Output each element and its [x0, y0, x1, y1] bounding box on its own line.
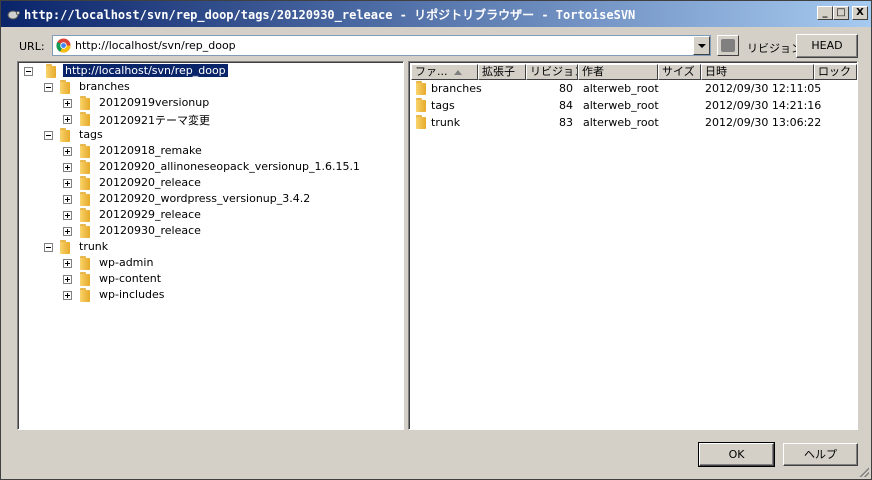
- close-button[interactable]: X: [852, 6, 868, 20]
- url-label: URL:: [19, 40, 45, 53]
- folder-icon: [78, 192, 92, 206]
- expand-icon[interactable]: [63, 195, 72, 204]
- folder-icon: [78, 288, 92, 302]
- head-revision-button[interactable]: HEAD: [796, 34, 858, 58]
- column-header-lock[interactable]: ロック: [814, 64, 857, 80]
- list-item[interactable]: trunk 83 alterweb_root 2012/09/30 13:06:…: [411, 114, 857, 131]
- item-name: trunk: [431, 116, 461, 129]
- tortoise-icon: [7, 10, 20, 20]
- folder-icon: [58, 80, 72, 94]
- expand-icon[interactable]: [63, 291, 72, 300]
- expand-icon[interactable]: [63, 275, 72, 284]
- list-item[interactable]: tags 84 alterweb_root 2012/09/30 14:21:1…: [411, 97, 857, 114]
- expand-icon[interactable]: [63, 115, 72, 124]
- url-value[interactable]: http://localhost/svn/rep_doop: [75, 39, 236, 52]
- list-item[interactable]: branches 80 alterweb_root 2012/09/30 12:…: [411, 80, 857, 97]
- item-date: 2012/09/30 12:11:05: [705, 82, 822, 95]
- item-author: alterweb_root: [583, 82, 659, 95]
- collapse-icon[interactable]: [44, 243, 53, 252]
- collapse-icon[interactable]: [44, 83, 53, 92]
- item-date: 2012/09/30 13:06:22: [705, 116, 822, 129]
- column-header-revision[interactable]: リビジョン: [526, 64, 578, 80]
- folder-icon: [78, 160, 92, 174]
- browser-icon: [56, 38, 71, 53]
- list-header: ファ... 拡張子 リビジョン 作者 サイズ 日時 ロック: [411, 64, 857, 80]
- repository-tree[interactable]: http://localhost/svn/rep_doop branches 2…: [17, 61, 404, 430]
- expand-icon[interactable]: [63, 211, 72, 220]
- file-list[interactable]: ファ... 拡張子 リビジョン 作者 サイズ 日時 ロック branches 8…: [408, 61, 858, 430]
- folder-icon: [414, 98, 428, 112]
- folder-icon: [414, 81, 428, 95]
- expand-icon[interactable]: [63, 147, 72, 156]
- url-combobox[interactable]: http://localhost/svn/rep_doop: [52, 35, 711, 56]
- folder-icon: [78, 112, 92, 126]
- folder-icon: [78, 224, 92, 238]
- expand-icon[interactable]: [63, 227, 72, 236]
- collapse-icon[interactable]: [44, 131, 53, 140]
- maximize-button[interactable]: □: [833, 6, 849, 20]
- revision-picker-button[interactable]: [717, 35, 739, 56]
- folder-icon: [44, 64, 58, 78]
- repo-browser-window: http://localhost/svn/rep_doop/tags/20120…: [0, 0, 872, 480]
- title-bar[interactable]: http://localhost/svn/rep_doop/tags/20120…: [1, 1, 871, 27]
- item-revision: 84: [559, 99, 573, 112]
- help-button[interactable]: ヘルプ: [783, 443, 858, 466]
- item-name: tags: [431, 99, 455, 112]
- folder-icon: [58, 128, 72, 142]
- expand-icon[interactable]: [63, 163, 72, 172]
- item-revision: 80: [559, 82, 573, 95]
- sort-ascending-icon: [454, 70, 462, 75]
- column-header-file[interactable]: ファ...: [411, 64, 478, 80]
- window-title: http://localhost/svn/rep_doop/tags/20120…: [24, 8, 636, 22]
- ok-button[interactable]: OK: [698, 442, 775, 467]
- folder-icon: [414, 115, 428, 129]
- folder-icon: [78, 144, 92, 158]
- column-header-size[interactable]: サイズ: [658, 64, 701, 80]
- item-author: alterweb_root: [583, 99, 659, 112]
- folder-icon: [78, 272, 92, 286]
- column-header-author[interactable]: 作者: [578, 64, 658, 80]
- folder-icon: [58, 240, 72, 254]
- folder-icon: [78, 96, 92, 110]
- collapse-icon[interactable]: [24, 67, 33, 76]
- item-date: 2012/09/30 14:21:16: [705, 99, 822, 112]
- expand-icon[interactable]: [63, 259, 72, 268]
- expand-icon[interactable]: [63, 99, 72, 108]
- column-header-date[interactable]: 日時: [701, 64, 814, 80]
- item-revision: 83: [559, 116, 573, 129]
- expand-icon[interactable]: [63, 179, 72, 188]
- minimize-button[interactable]: _: [817, 6, 833, 20]
- folder-icon: [78, 256, 92, 270]
- item-name: branches: [431, 82, 482, 95]
- column-header-extension[interactable]: 拡張子: [478, 64, 526, 80]
- item-author: alterweb_root: [583, 116, 659, 129]
- folder-icon: [78, 176, 92, 190]
- url-dropdown-button[interactable]: [693, 36, 710, 55]
- folder-icon: [78, 208, 92, 222]
- revision-log-icon: [721, 39, 735, 52]
- resize-grip-icon[interactable]: [857, 465, 869, 477]
